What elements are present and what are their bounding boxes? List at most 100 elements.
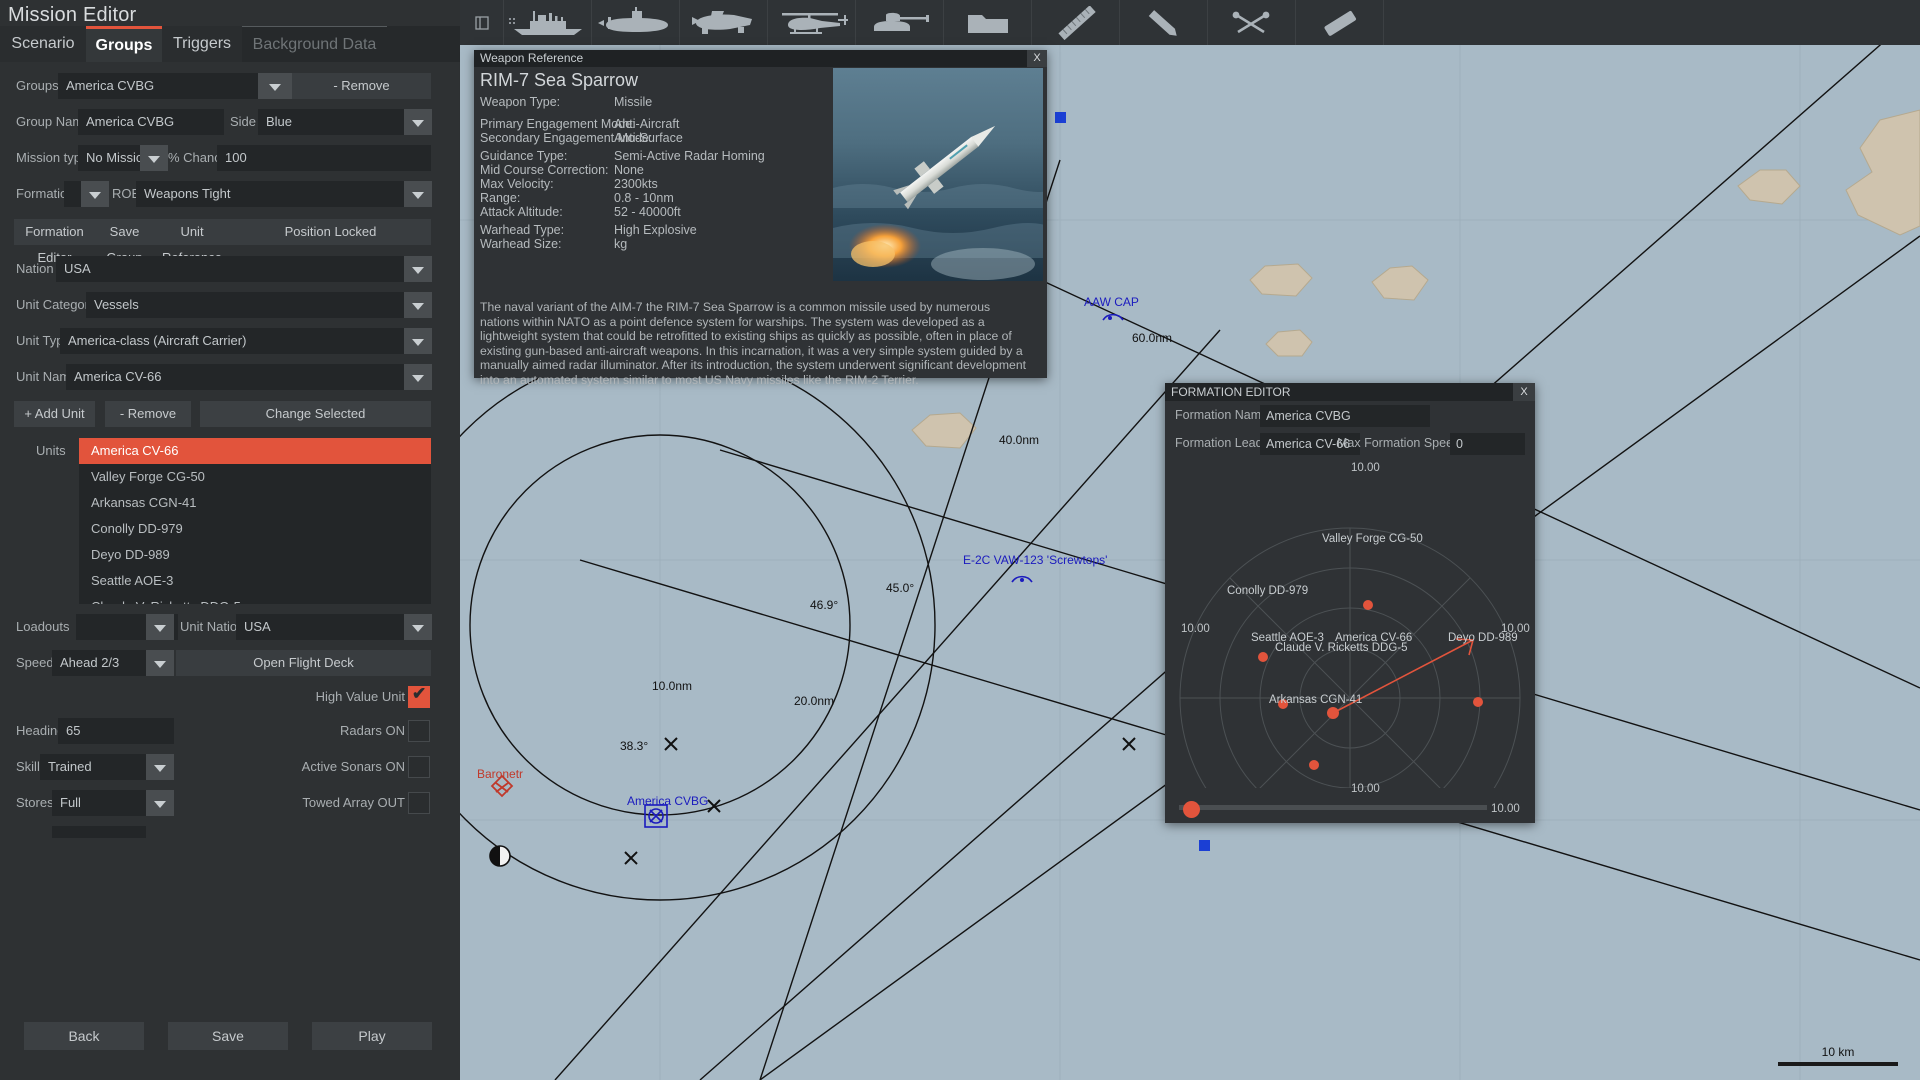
towed-array-checkbox[interactable] [408,792,430,814]
close-icon[interactable]: X [1513,383,1535,401]
radars-on-checkbox[interactable] [408,720,430,742]
formation-dialog-title: FORMATION EDITOR [1165,383,1535,401]
speed-dropdown-arrow[interactable] [146,650,174,676]
skill-dropdown-arrow[interactable] [146,754,174,780]
pencil-icon[interactable] [1120,0,1208,45]
side-dropdown-arrow[interactable] [404,109,432,135]
speed-select-value[interactable]: Ahead 2/3 [52,650,146,676]
nation-select-value[interactable]: USA [56,256,404,282]
weapon-spec-label: Warhead Type: [480,223,565,237]
formation-editor-button[interactable]: Formation Editor [14,219,95,265]
formation-name-input[interactable]: America CVBG [1260,405,1430,427]
weapon-description: The naval variant of the AIM-7 the RIM-7… [480,300,1027,387]
active-sonars-label: Active Sonars ON [301,759,405,774]
formation-name-label: Formation Name [1175,408,1269,422]
unit-nation-dropdown-arrow[interactable] [404,614,432,640]
formation-editor-dialog: FORMATION EDITOR X Formation Name Americ… [1165,383,1535,869]
tank-icon[interactable] [856,0,944,45]
formation-radar-plot[interactable] [1165,458,1535,869]
list-item[interactable]: Claude V. Ricketts DDG-5 [79,594,431,604]
unit-reference-button[interactable]: Unit Reference [154,219,230,265]
weapon-spec-value: Anti-Aircraft [614,117,680,131]
partial-field[interactable] [52,826,146,838]
list-item[interactable]: Arkansas CGN-41 [79,490,431,516]
side-select-value[interactable]: Blue [258,109,404,135]
speed-label: Speed [16,655,54,670]
stores-dropdown-arrow[interactable] [146,790,174,816]
bottom-action-bar: Back Save Play [0,1010,460,1080]
map-label: 10.0nm [652,679,693,693]
map-scale-label: 10 km [1821,1045,1855,1059]
save-button[interactable]: Save [168,1022,288,1050]
nation-dropdown-arrow[interactable] [404,256,432,282]
folder-icon[interactable] [944,0,1032,45]
formation-unit-label: Conolly DD-979 [1227,585,1309,597]
list-item[interactable]: Conolly DD-979 [79,516,431,542]
list-item[interactable]: America CV-66 [79,438,431,464]
ship-icon[interactable] [504,0,592,45]
add-unit-button[interactable]: + Add Unit [14,401,95,427]
tab-background-data[interactable]: Background Data [242,26,387,62]
group-name-input[interactable]: America CVBG [78,109,224,135]
weapon-spec-label: Mid Course Correction: [480,163,609,177]
list-item[interactable]: Valley Forge CG-50 [79,464,431,490]
tab-groups[interactable]: Groups [86,26,162,62]
remove-unit-button[interactable]: - Remove [105,401,191,427]
active-sonars-checkbox[interactable] [408,756,430,778]
heading-input[interactable]: 65 [58,718,174,744]
unit-nation-select-value[interactable]: USA [236,614,404,640]
groups-dropdown-arrow[interactable] [258,73,292,99]
close-icon[interactable]: X [1027,50,1047,67]
formation-unit-label: Arkansas CGN-41 [1269,694,1363,706]
unit-name-dropdown-arrow[interactable] [404,364,432,390]
radar-ring-label: 10.00 [1351,783,1380,795]
tab-scenario[interactable]: Scenario [0,26,86,62]
formation-dropdown-arrow[interactable] [81,181,109,207]
groups-label: Groups [16,78,59,93]
roe-select-value[interactable]: Weapons Tight [136,181,404,207]
back-button[interactable]: Back [24,1022,144,1050]
skill-select-value[interactable]: Trained [40,754,146,780]
eraser-icon[interactable] [1296,0,1384,45]
weapon-spec-label: Range: [480,191,521,205]
list-item[interactable]: Seattle AOE-3 [79,568,431,594]
mission-type-dropdown-arrow[interactable] [140,145,168,171]
helicopter-icon[interactable] [768,0,856,45]
groups-select-value[interactable]: America CVBG [58,73,258,99]
stores-select-value[interactable]: Full [52,790,146,816]
save-group-button[interactable]: Save Group [95,219,154,265]
ruler-icon[interactable] [1032,0,1120,45]
units-list[interactable]: America CV-66 Valley Forge CG-50 Arkansa… [79,438,431,604]
weapon-spec-value: 2300kts [614,177,658,191]
mission-type-select-value[interactable]: No Mission [78,145,142,171]
formation-zoom-slider-handle[interactable] [1183,801,1200,818]
max-formation-speed-input[interactable]: 0 [1450,433,1525,455]
high-value-unit-checkbox[interactable] [408,684,430,708]
unit-category-dropdown-arrow[interactable] [404,292,432,318]
list-item[interactable]: Deyo DD-989 [79,542,431,568]
tab-triggers[interactable]: Triggers [162,26,242,62]
formation-select-value[interactable] [64,181,82,207]
aircraft-icon[interactable] [680,0,768,45]
roe-dropdown-arrow[interactable] [404,181,432,207]
chance-input[interactable]: 100 [217,145,431,171]
formation-zoom-slider[interactable] [1179,805,1487,810]
unit-category-select-value[interactable]: Vessels [86,292,404,318]
loadouts-dropdown-arrow[interactable] [146,614,174,640]
map-label: 38.3° [620,739,649,753]
change-selected-button[interactable]: Change Selected [200,401,431,427]
panel-toggle-icon[interactable] [460,0,504,45]
map-label: 60.0nm [1132,331,1173,345]
unit-type-select-value[interactable]: America-class (Aircraft Carrier) [60,328,404,354]
position-locked-button[interactable]: Position Locked [230,219,431,245]
weapon-spec-label: Weapon Type: [480,95,561,109]
unit-name-input[interactable]: America CV-66 [66,364,404,390]
towed-array-label: Towed Array OUT [302,795,405,810]
scissors-icon[interactable] [1208,0,1296,45]
open-flight-deck-button[interactable]: Open Flight Deck [176,650,431,676]
play-button[interactable]: Play [312,1022,432,1050]
unit-type-dropdown-arrow[interactable] [404,328,432,354]
submarine-icon[interactable] [592,0,680,45]
remove-group-button[interactable]: - Remove [292,73,431,99]
weapon-spec-value: kg [614,237,628,251]
